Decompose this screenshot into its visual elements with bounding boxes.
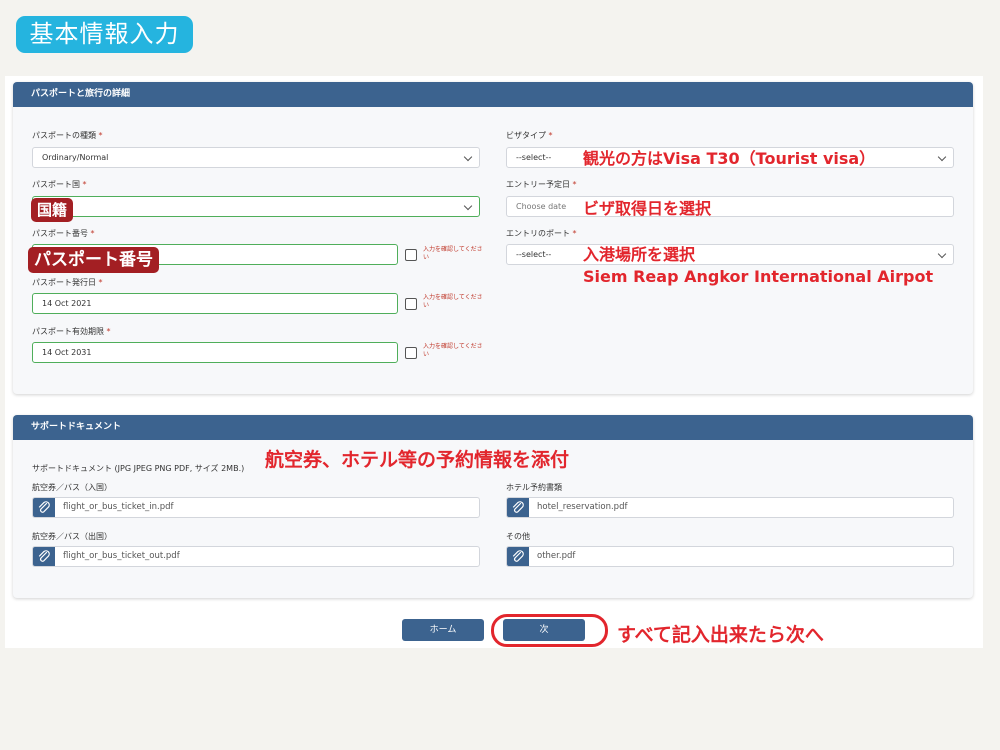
passport-type-select[interactable]: Ordinary/Normal <box>32 147 480 168</box>
annotation-visa-hint: 観光の方はVisa T30（Tourist visa） <box>583 149 876 168</box>
page-title: 基本情報入力 <box>16 16 193 53</box>
issue-date-input[interactable]: 14 Oct 2021 <box>32 293 398 314</box>
issue-date-confirm-note: 入力を確認してください <box>423 294 483 309</box>
documents-note: サポートドキュメント (JPG JPEG PNG PDF, サイズ 2MB.) <box>32 464 245 473</box>
entry-port-select[interactable]: --select-- <box>506 244 954 265</box>
annotation-entry-date-hint: ビザ取得日を選択 <box>583 199 712 218</box>
annotation-next-highlight <box>491 614 608 647</box>
paperclip-icon[interactable] <box>33 498 55 517</box>
flight-in-upload[interactable]: flight_or_bus_ticket_in.pdf <box>32 497 480 518</box>
annotation-next-hint: すべて記入出来たら次へ <box>617 624 824 646</box>
paperclip-icon[interactable] <box>33 547 55 566</box>
flight-out-upload[interactable]: flight_or_bus_ticket_out.pdf <box>32 546 480 567</box>
hotel-label: ホテル予約書類 <box>506 483 562 492</box>
other-label: その他 <box>506 532 530 541</box>
issue-date-label: パスポート発行日 * <box>32 278 103 287</box>
passport-number-label: パスポート番号 * <box>32 229 95 238</box>
visa-type-label: ビザタイプ * <box>506 131 553 140</box>
expiry-date-confirm-checkbox[interactable] <box>405 347 417 359</box>
passport-panel-header: パスポートと旅行の詳細 <box>13 82 973 107</box>
chevron-down-icon <box>937 152 947 162</box>
annotation-nationality: 国籍 <box>31 198 74 222</box>
passport-country-label: パスポート国 * <box>32 180 87 189</box>
annotation-passport-number: パスポート番号 <box>28 247 159 273</box>
entry-date-label: エントリー予定日 * <box>506 180 577 189</box>
file-name: other.pdf <box>537 551 576 561</box>
expiry-date-input[interactable]: 14 Oct 2031 <box>32 342 398 363</box>
home-button[interactable]: ホーム <box>402 619 484 641</box>
file-name: hotel_reservation.pdf <box>537 502 628 512</box>
hotel-upload[interactable]: hotel_reservation.pdf <box>506 497 954 518</box>
issue-date-confirm-checkbox[interactable] <box>405 298 417 310</box>
paperclip-icon[interactable] <box>507 547 529 566</box>
passport-type-label: パスポートの種類 * <box>32 131 103 140</box>
file-name: flight_or_bus_ticket_out.pdf <box>63 551 180 561</box>
passport-number-confirm-checkbox[interactable] <box>405 249 417 261</box>
flight-out-label: 航空券／バス（出国） <box>32 532 112 541</box>
passport-number-confirm-note: 入力を確認してください <box>423 246 483 261</box>
annotation-docs-hint: 航空券、ホテル等の予約情報を添付 <box>265 449 570 471</box>
annotation-port-example: Siem Reap Angkor International Airpot <box>583 267 934 286</box>
passport-panel: パスポートと旅行の詳細 パスポートの種類 * Ordinary/Normal パ… <box>13 82 973 394</box>
documents-panel-header: サポートドキュメント <box>13 415 973 440</box>
entry-port-label: エントリのポート * <box>506 229 577 238</box>
expiry-date-confirm-note: 入力を確認してください <box>423 343 483 358</box>
expiry-date-label: パスポート有効期限 * <box>32 327 111 336</box>
documents-panel: サポートドキュメント サポートドキュメント (JPG JPEG PNG PDF,… <box>13 415 973 598</box>
other-upload[interactable]: other.pdf <box>506 546 954 567</box>
passport-country-select[interactable] <box>32 196 480 217</box>
chevron-down-icon <box>463 201 473 211</box>
paperclip-icon[interactable] <box>507 498 529 517</box>
chevron-down-icon <box>937 249 947 259</box>
annotation-port-hint: 入港場所を選択 <box>583 245 696 264</box>
file-name: flight_or_bus_ticket_in.pdf <box>63 502 174 512</box>
flight-in-label: 航空券／バス（入国） <box>32 483 112 492</box>
entry-date-input[interactable]: Choose date <box>506 196 954 217</box>
chevron-down-icon <box>463 152 473 162</box>
